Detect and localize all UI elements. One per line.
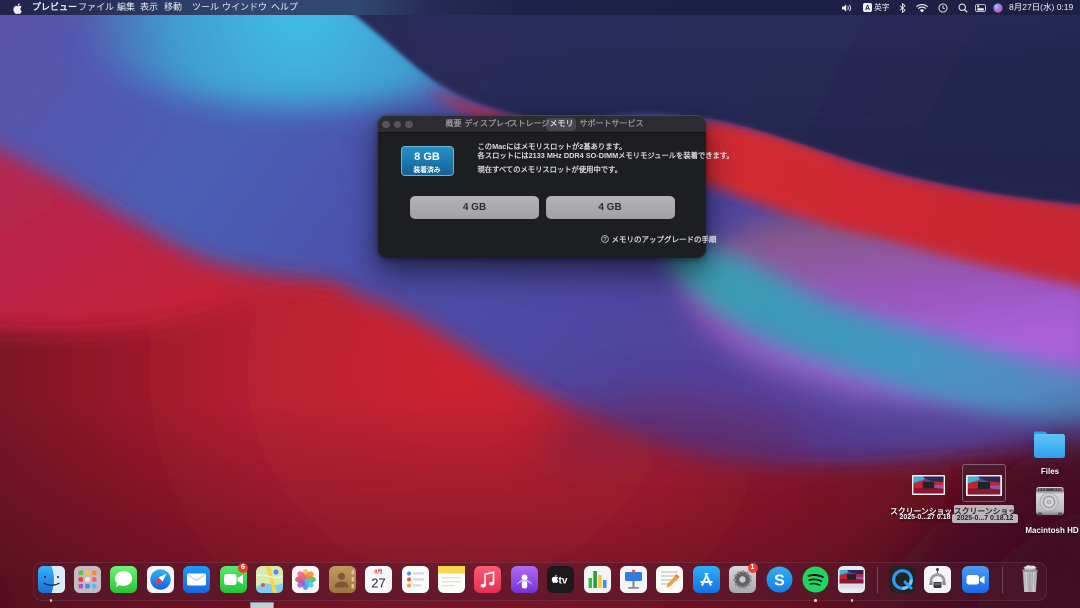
svg-text:?: ? — [603, 237, 606, 243]
svg-text:S: S — [774, 573, 785, 590]
svg-text:8月: 8月 — [374, 568, 383, 576]
svg-text:tv: tv — [559, 576, 568, 587]
svg-text:A: A — [865, 5, 870, 12]
svg-text:27: 27 — [371, 576, 385, 591]
